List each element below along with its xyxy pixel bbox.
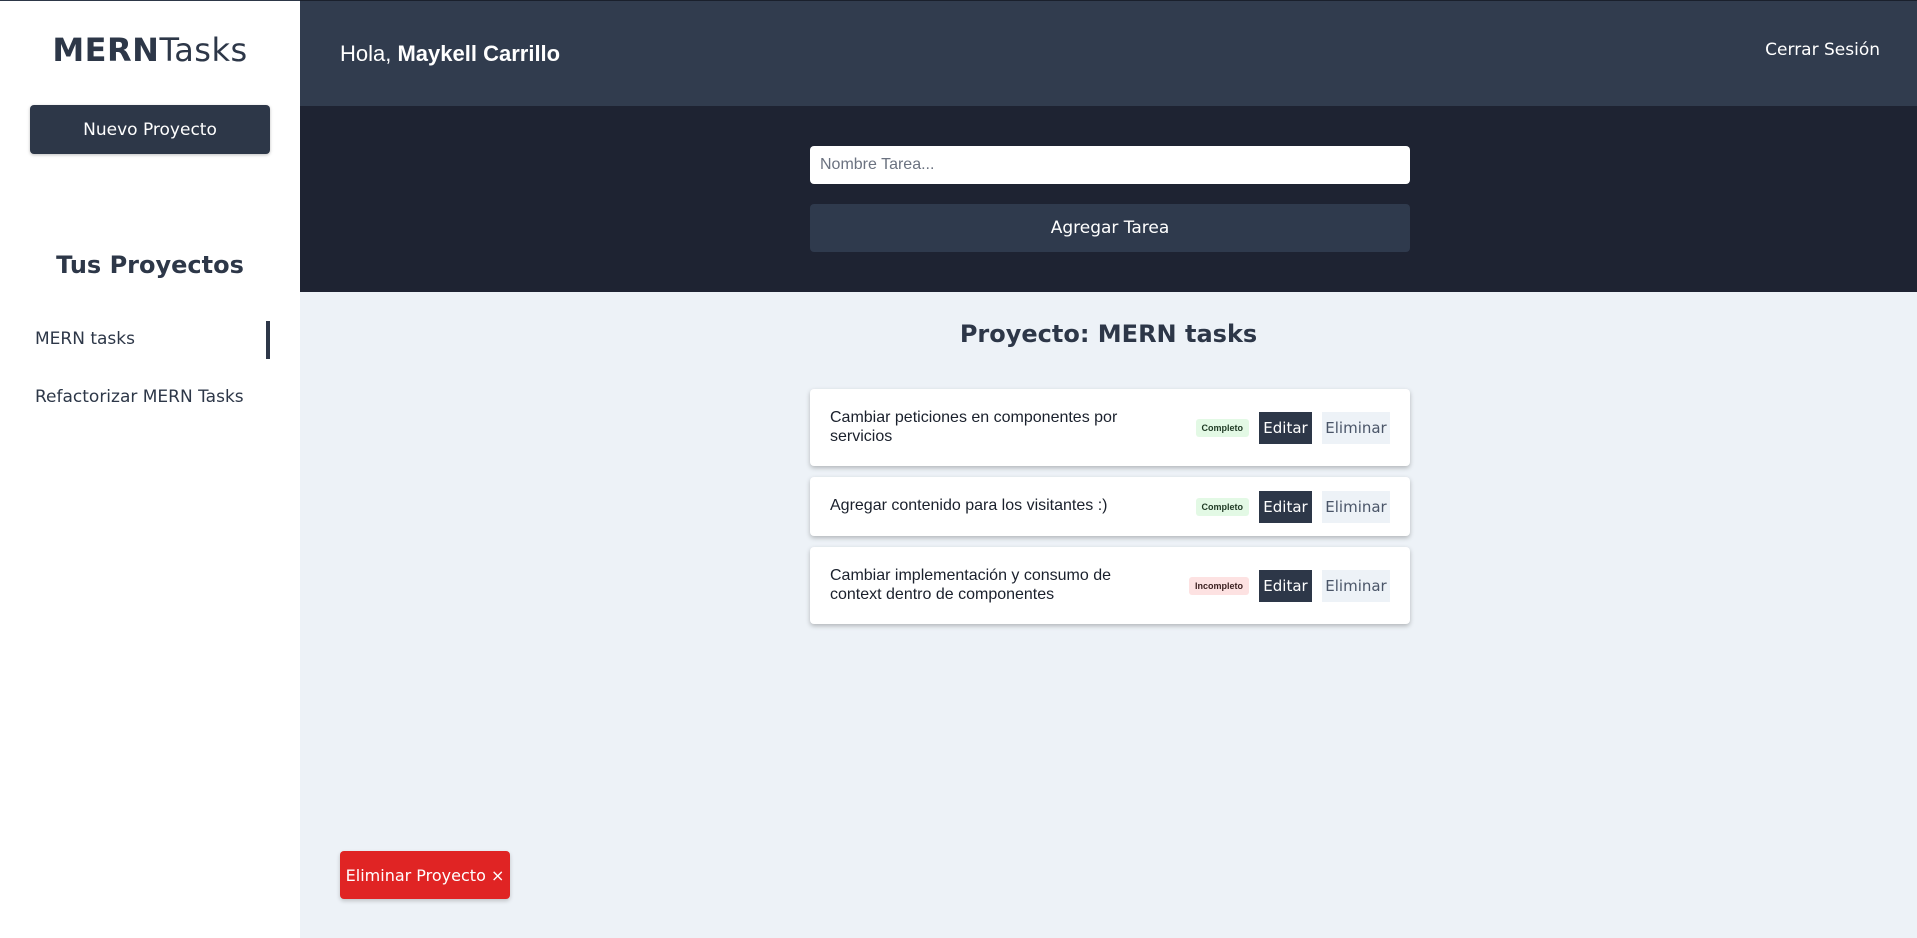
project-title: Proyecto: MERN tasks (959, 320, 1258, 348)
edit-task-button[interactable]: Editar (1259, 490, 1312, 523)
logout-button[interactable]: Cerrar Sesión (1765, 40, 1880, 60)
sidebar-item-mern-tasks[interactable]: MERN tasks (0, 319, 300, 359)
top-bar: Hola, Maykell Carrillo Cerrar Sesión (300, 0, 1917, 106)
task-name: Agregar contenido para los visitantes :) (830, 497, 1108, 515)
task-name: Cambiar peticiones en componentes por se… (830, 409, 1118, 445)
task-name-input[interactable] (810, 146, 1410, 184)
sidebar: MERNTasks Nuevo Proyecto Tus Proyectos M… (0, 0, 300, 938)
task-item: Agregar contenido para los visitantes :)… (810, 477, 1410, 536)
greeting-prefix: Hola, (340, 41, 392, 66)
logo-light-text: Tasks (159, 31, 248, 69)
delete-project-button[interactable]: Eliminar Proyecto × (340, 851, 510, 899)
sidebar-item-refactorizar-mern-tasks[interactable]: Refactorizar MERN Tasks (0, 377, 300, 417)
delete-task-button[interactable]: Eliminar (1322, 569, 1390, 602)
project-list: MERN tasks Refactorizar MERN Tasks (0, 319, 300, 435)
new-project-button[interactable]: Nuevo Proyecto (30, 105, 270, 154)
logo-bold-text: MERN (52, 31, 160, 69)
task-form: Agregar Tarea (300, 106, 1917, 292)
task-list: Cambiar peticiones en componentes por se… (810, 389, 1410, 635)
main-panel: Hola, Maykell Carrillo Cerrar Sesión Agr… (300, 0, 1917, 938)
app-logo: MERNTasks (0, 31, 300, 69)
greeting: Hola, Maykell Carrillo (340, 41, 560, 67)
status-badge[interactable]: Incompleto (1188, 576, 1249, 595)
task-item: Cambiar implementación y consumo de cont… (810, 547, 1410, 624)
projects-heading: Tus Proyectos (56, 251, 244, 279)
delete-task-button[interactable]: Eliminar (1322, 411, 1390, 444)
task-item: Cambiar peticiones en componentes por se… (810, 389, 1410, 466)
user-name: Maykell Carrillo (397, 41, 561, 66)
add-task-button[interactable]: Agregar Tarea (810, 204, 1410, 252)
task-content: Proyecto: MERN tasks Cambiar peticiones … (300, 292, 1917, 938)
edit-task-button[interactable]: Editar (1259, 569, 1312, 602)
task-name: Cambiar implementación y consumo de cont… (830, 567, 1112, 603)
status-badge[interactable]: Completo (1195, 418, 1249, 437)
app: MERNTasks Nuevo Proyecto Tus Proyectos M… (0, 0, 1917, 938)
delete-task-button[interactable]: Eliminar (1322, 490, 1390, 523)
edit-task-button[interactable]: Editar (1259, 411, 1312, 444)
status-badge[interactable]: Completo (1195, 497, 1249, 516)
